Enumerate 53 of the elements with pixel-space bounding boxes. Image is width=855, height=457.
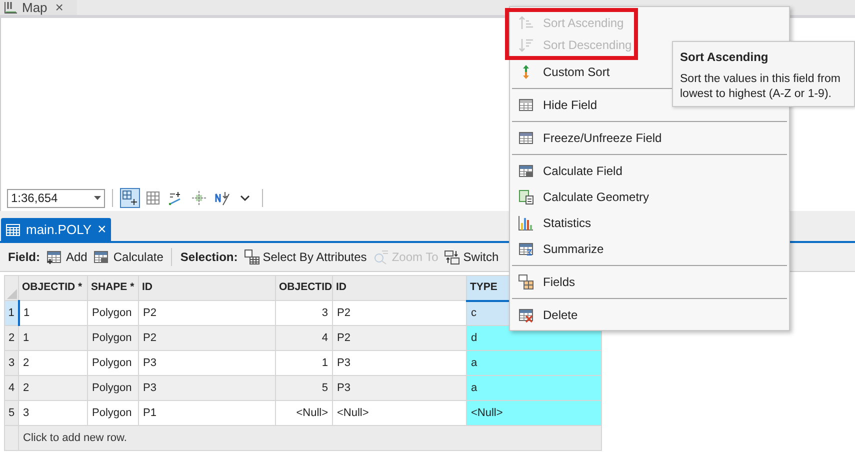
row-header[interactable]: 4 (4, 376, 18, 400)
row-header[interactable]: 2 (4, 326, 18, 350)
close-icon[interactable]: × (98, 224, 106, 236)
crosshair-icon[interactable] (189, 188, 209, 208)
table-icon (518, 130, 534, 146)
close-icon[interactable]: × (55, 0, 64, 15)
menu-item[interactable]: Statistics (510, 210, 789, 236)
toolbar-button[interactable]: Calculate (93, 248, 164, 266)
calculate-field-icon (518, 163, 534, 179)
geometry-calculator-icon (518, 189, 534, 205)
table-icon (518, 97, 534, 113)
menu-item[interactable]: Calculate Field (510, 158, 789, 184)
tab-title: Map (22, 0, 48, 15)
sort-descending-icon (518, 37, 534, 53)
map-icon (4, 2, 18, 14)
column-header[interactable]: ID (138, 276, 276, 300)
menu-item[interactable]: Fields (510, 269, 789, 295)
tooltip-title: Sort Ascending (680, 49, 770, 66)
menu-item[interactable]: Summarize (510, 236, 789, 262)
select-table-icon (244, 249, 260, 265)
table-tab[interactable]: main.POLY × (1, 218, 112, 241)
tooltip-text: Sort the values in this field from lowest to highest (A-Z or 1-9). (680, 72, 842, 102)
row-header[interactable]: 3 (4, 350, 18, 376)
delete-icon (518, 307, 534, 323)
row-header[interactable]: 1 (4, 300, 18, 326)
tab-title: main.POLY (26, 220, 92, 239)
row-header[interactable]: 5 (4, 400, 18, 426)
summarize-icon (518, 241, 534, 257)
column-header[interactable]: ID (332, 276, 466, 300)
scale-value: 1:36,654 (11, 190, 58, 207)
toolbar-button[interactable]: Select By Attributes (244, 248, 367, 266)
scale-dropdown[interactable]: 1:36,654 (7, 188, 105, 208)
table-cell: a (466, 350, 602, 376)
grid-plus-icon[interactable] (120, 188, 140, 208)
bar-chart-icon (518, 215, 534, 231)
add-field-icon (46, 249, 62, 265)
toolbar-button[interactable]: Add (46, 248, 88, 266)
add-row-prompt[interactable]: Click to add new row. (18, 426, 602, 450)
switch-icon (444, 249, 460, 265)
table-cell: a (466, 376, 602, 400)
sort-ascending-icon (518, 15, 534, 31)
table-icon (6, 224, 20, 236)
menu-item[interactable]: Calculate Geometry (510, 184, 789, 210)
dropdown-icon (94, 196, 101, 200)
fields-icon (518, 274, 534, 290)
table-cell: <Null> (466, 400, 602, 426)
toolbar-label: Selection: (180, 249, 238, 266)
toolbar-button[interactable]: Switch (444, 248, 499, 266)
calculate-field-icon (93, 249, 110, 265)
zoom-icon (372, 249, 389, 265)
menu-item[interactable]: Freeze/Unfreeze Field (510, 125, 789, 151)
toolbar-label: Field: (8, 249, 40, 266)
map-tab[interactable]: Map × (0, 0, 77, 15)
